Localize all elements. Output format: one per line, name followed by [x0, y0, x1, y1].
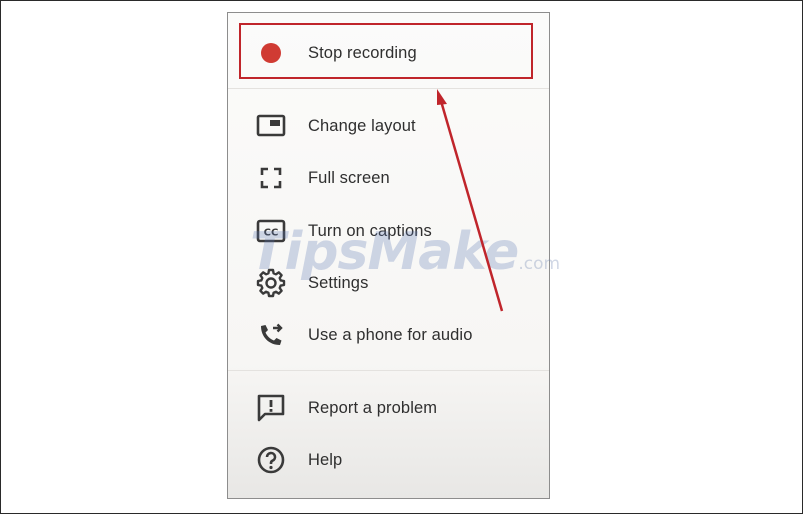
menu-item-label: Full screen	[308, 168, 390, 187]
menu-item-label: Change layout	[308, 116, 416, 135]
menu-item-help[interactable]: Help	[228, 438, 549, 482]
record-dot-icon	[256, 38, 286, 68]
menu-item-settings[interactable]: Settings	[228, 261, 549, 305]
menu-divider	[228, 370, 549, 371]
fullscreen-icon	[256, 163, 286, 193]
menu-divider	[228, 88, 549, 89]
svg-text:CC: CC	[264, 228, 279, 239]
captions-icon: CC	[256, 216, 286, 246]
menu-item-label: Settings	[308, 273, 369, 292]
menu-item-label: Use a phone for audio	[308, 325, 473, 344]
menu-item-label: Help	[308, 450, 343, 469]
menu-item-full-screen[interactable]: Full screen	[228, 156, 549, 200]
menu-item-captions[interactable]: CC Turn on captions	[228, 209, 549, 253]
options-menu: Stop recording Change layout Full screen…	[227, 12, 550, 499]
menu-item-label: Turn on captions	[308, 221, 432, 240]
layout-icon	[256, 111, 286, 141]
feedback-icon	[256, 393, 286, 423]
gear-icon	[256, 268, 286, 298]
help-icon	[256, 445, 286, 475]
menu-item-label: Report a problem	[308, 398, 438, 417]
menu-item-label: Stop recording	[308, 43, 417, 62]
menu-item-change-layout[interactable]: Change layout	[228, 104, 549, 148]
menu-item-report-problem[interactable]: Report a problem	[228, 386, 549, 430]
menu-item-stop-recording[interactable]: Stop recording	[228, 31, 549, 75]
phone-audio-icon	[256, 320, 286, 350]
menu-item-phone-audio[interactable]: Use a phone for audio	[228, 313, 549, 357]
